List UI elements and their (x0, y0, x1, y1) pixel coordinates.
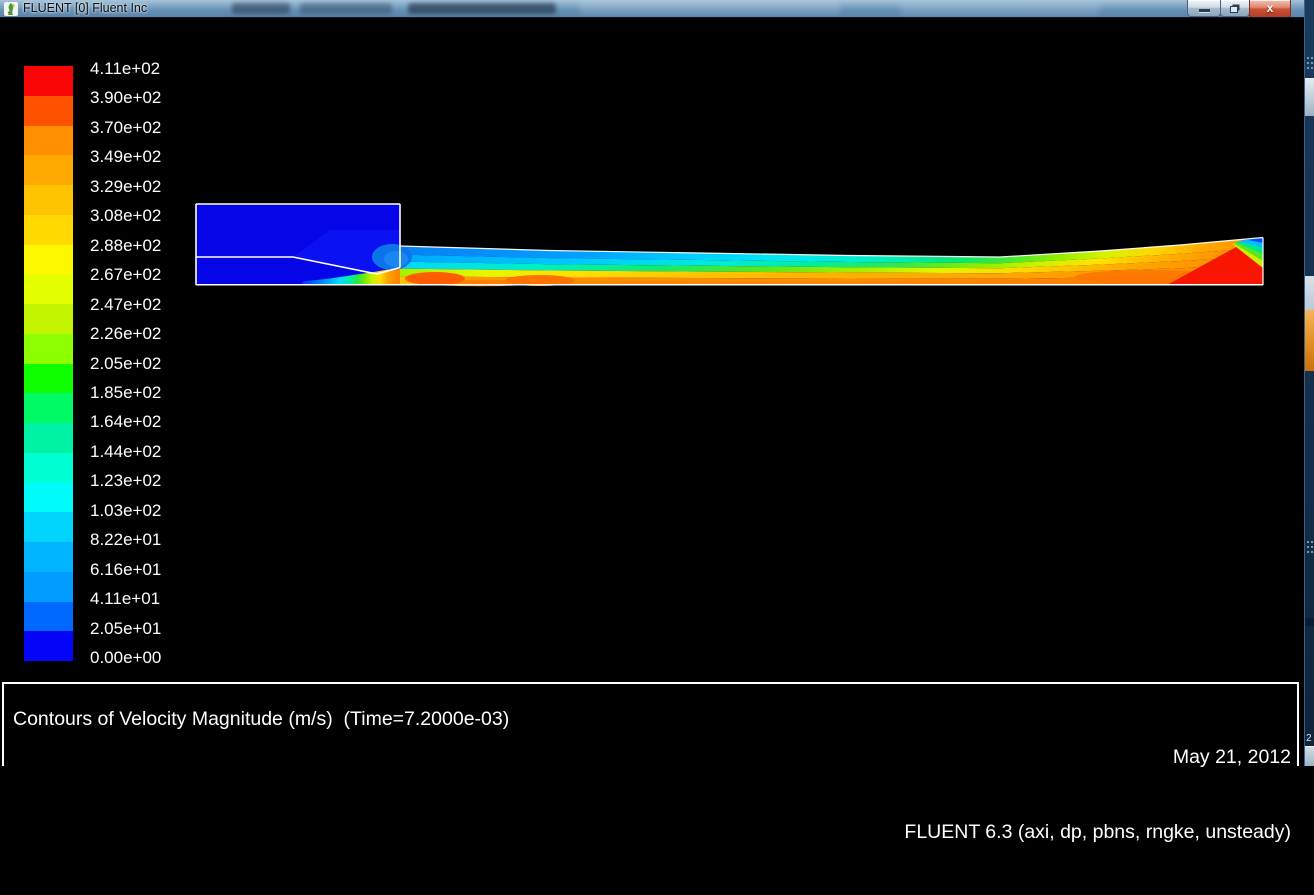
legend-color-band (24, 96, 73, 126)
legend-value: 3.29e+02 (90, 178, 161, 196)
legend-color-band (24, 304, 73, 334)
legend-color-band (24, 393, 73, 423)
legend-value: 4.11e+02 (90, 60, 160, 78)
legend-color-band (24, 572, 73, 602)
background-strip-notch (1305, 618, 1314, 626)
legend-value: 3.49e+02 (90, 148, 161, 166)
legend-color-band (24, 542, 73, 572)
legend-value: 3.70e+02 (90, 119, 161, 137)
restore-button[interactable] (1220, 0, 1250, 17)
legend-value: 0.00e+00 (90, 649, 161, 667)
legend-value: 2.05e+01 (90, 620, 161, 638)
legend-color-band (24, 483, 73, 513)
background-strip-button (1305, 276, 1314, 310)
close-button[interactable]: x (1249, 0, 1291, 18)
background-strip-button (1305, 746, 1314, 766)
aero-glass-highlight (580, 1, 840, 15)
window-title: FLUENT [0] Fluent Inc (23, 1, 147, 15)
background-window-text-smudge (408, 3, 556, 14)
graphics-area[interactable]: 4.11e+02 3.90e+02 3.70e+02 3.49e+02 3.29e+02… (0, 18, 1304, 766)
aero-glass-highlight (900, 2, 1100, 16)
legend-color-bar (24, 66, 73, 661)
legend-value: 1.85e+02 (90, 384, 161, 402)
legend-color-band (24, 453, 73, 483)
legend-value: 6.16e+01 (90, 561, 161, 579)
minimize-button[interactable] (1187, 0, 1221, 17)
legend-color-band (24, 631, 73, 661)
caption-solver: FLUENT 6.3 (axi, dp, pbns, rngke, unstea… (904, 820, 1291, 845)
legend-value: 2.05e+02 (90, 355, 161, 373)
restore-icon (1230, 6, 1238, 13)
legend-color-band (24, 185, 73, 215)
caption-right: May 21, 2012 FLUENT 6.3 (axi, dp, pbns, … (904, 695, 1291, 895)
legend-value: 3.08e+02 (90, 207, 161, 225)
background-strip-orange-button (1305, 310, 1314, 371)
legend-value: 8.22e+01 (90, 531, 161, 549)
legend-color-band (24, 602, 73, 632)
legend-value: 1.64e+02 (90, 413, 161, 431)
background-window-text-smudge (300, 3, 392, 14)
titlebar[interactable]: FLUENT [0] Fluent Inc x (0, 0, 1304, 18)
background-window-text-smudge (232, 3, 290, 14)
legend-value: 2.67e+02 (90, 266, 161, 284)
legend-value: 3.90e+02 (90, 89, 161, 107)
fluent-app-icon (4, 2, 18, 16)
legend-value: 2.47e+02 (90, 296, 161, 314)
clock-text: 2 (1306, 733, 1312, 744)
legend-value: 1.23e+02 (90, 472, 161, 490)
screen: FLUENT [0] Fluent Inc x 4.11e+02 3.90e+02… (0, 0, 1314, 766)
caption-title: Contours of Velocity Magnitude (m/s) (Ti… (13, 708, 509, 731)
legend-color-band (24, 66, 73, 96)
window-controls: x (1188, 0, 1291, 18)
legend-color-band (24, 423, 73, 453)
background-window-strip[interactable]: 2 (1304, 0, 1314, 766)
close-icon: x (1250, 1, 1290, 15)
legend-color-band (24, 215, 73, 245)
legend-value: 1.44e+02 (90, 443, 161, 461)
scroll-grip-icon (1307, 541, 1313, 555)
caption-date: May 21, 2012 (904, 745, 1291, 770)
minimize-icon (1199, 9, 1210, 12)
legend-color-band (24, 334, 73, 364)
legend-color-band (24, 126, 73, 156)
legend-value: 4.11e+01 (90, 590, 160, 608)
legend-color-band (24, 155, 73, 185)
legend-value: 2.26e+02 (90, 325, 161, 343)
legend-color-band (24, 364, 73, 394)
scroll-grip-icon (1307, 57, 1313, 71)
legend-color-band (24, 274, 73, 304)
legend-color-band (24, 512, 73, 542)
legend-value: 2.88e+02 (90, 237, 161, 255)
background-strip-button (1305, 78, 1314, 116)
caption-box: Contours of Velocity Magnitude (m/s) (Ti… (2, 682, 1299, 766)
legend-color-band (24, 245, 73, 275)
legend-value: 1.03e+02 (90, 502, 161, 520)
